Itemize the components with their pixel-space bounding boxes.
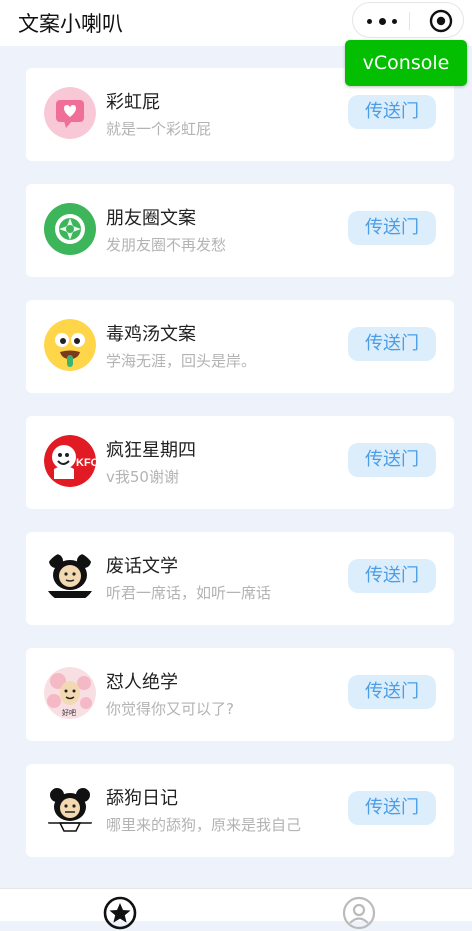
portal-button[interactable]: 传送门 [348, 211, 436, 245]
pink-meme-icon: 好吧 [44, 667, 96, 719]
card-description: 学海无涯，回头是岸。 [106, 352, 257, 370]
heart-chat-icon [44, 87, 96, 139]
page-title: 文案小喇叭 [18, 12, 123, 36]
panda-meme-icon [44, 551, 96, 603]
card-description: 你觉得你又可以了? [106, 700, 234, 718]
user-circle-icon[interactable] [341, 895, 377, 931]
card-title: 废话文学 [106, 556, 178, 577]
card-title: 彩虹屁 [106, 92, 160, 113]
list-item[interactable]: 好吧 怼人绝学 你觉得你又可以了? 传送门 [26, 648, 454, 741]
list-item[interactable]: KFC 疯狂星期四 v我50谢谢 传送门 [26, 416, 454, 509]
list-item[interactable]: 废话文学 听君一席话，如听一席话 传送门 [26, 532, 454, 625]
list-item[interactable]: 舔狗日记 哪里来的舔狗，原来是我自己 传送门 [26, 764, 454, 857]
drooling-emoji-icon [44, 319, 96, 371]
star-circle-icon[interactable] [102, 895, 138, 931]
mini-program-capsule [352, 2, 464, 38]
card-title: 朋友圈文案 [106, 208, 196, 229]
card-title: 毒鸡汤文案 [106, 324, 196, 345]
kfc-label: KFC [76, 457, 96, 469]
portal-button[interactable]: 传送门 [348, 791, 436, 825]
tab-bar [0, 888, 472, 930]
card-description: 发朋友圈不再发愁 [106, 236, 227, 254]
list-item[interactable]: 朋友圈文案 发朋友圈不再发愁 传送门 [26, 184, 454, 277]
card-title: 怼人绝学 [106, 672, 178, 693]
portal-button[interactable]: 传送门 [348, 95, 436, 129]
vconsole-button[interactable]: vConsole [345, 40, 467, 86]
list-item[interactable]: 毒鸡汤文案 学海无涯，回头是岸。 传送门 [26, 300, 454, 393]
meme-caption: 好吧 [62, 708, 76, 717]
capsule-divider [409, 12, 410, 30]
portal-button[interactable]: 传送门 [348, 443, 436, 477]
card-title: 疯狂星期四 [106, 440, 196, 461]
card-description: 听君一席话，如听一席话 [106, 584, 272, 602]
card-title: 舔狗日记 [106, 788, 178, 809]
more-dots-icon[interactable] [367, 17, 397, 25]
portal-button[interactable]: 传送门 [348, 327, 436, 361]
moments-shutter-icon [44, 203, 96, 255]
portal-button[interactable]: 传送门 [348, 559, 436, 593]
panda-head-meme-icon [44, 783, 96, 835]
card-description: 哪里来的舔狗，原来是我自己 [106, 816, 302, 834]
card-description: 就是一个彩虹屁 [106, 120, 212, 138]
target-circle-icon[interactable] [429, 9, 453, 33]
card-description: v我50谢谢 [106, 468, 179, 486]
kfc-logo-icon: KFC [44, 435, 96, 487]
portal-button[interactable]: 传送门 [348, 675, 436, 709]
